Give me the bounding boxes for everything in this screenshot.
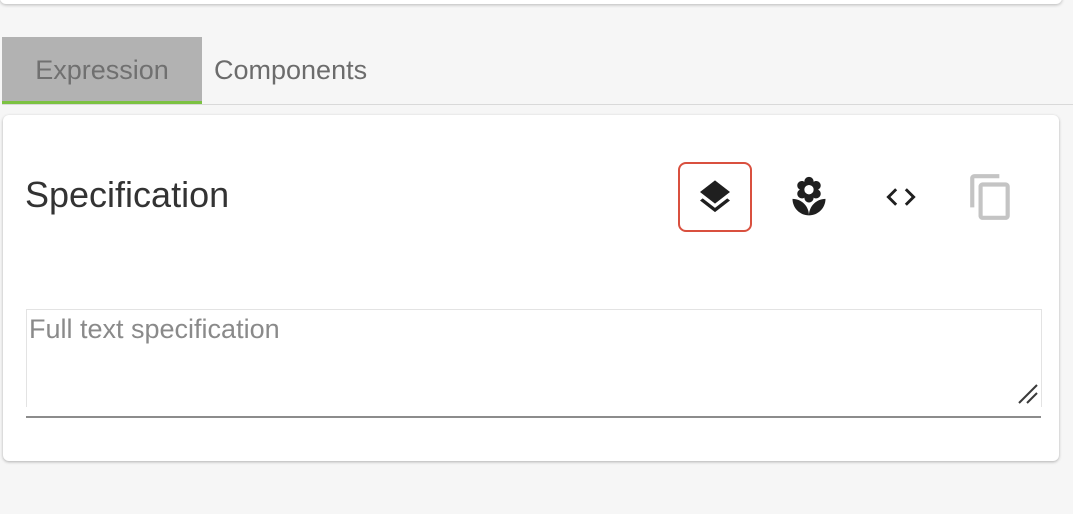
tab-bar: Expression Components: [2, 37, 1073, 105]
specification-card: Specification: [3, 115, 1059, 461]
tab-components[interactable]: Components: [214, 37, 394, 101]
specification-textarea[interactable]: [27, 310, 1041, 407]
resize-handle-icon[interactable]: [1013, 379, 1039, 405]
flower-button[interactable]: [783, 171, 835, 223]
tab-expression[interactable]: Expression: [2, 37, 202, 104]
specification-textarea-wrapper: [26, 309, 1042, 407]
flower-icon: [792, 176, 826, 216]
textarea-underline: [26, 416, 1041, 418]
code-icon: [886, 188, 916, 206]
layers-icon: [700, 180, 730, 213]
layers-button[interactable]: [678, 162, 752, 232]
top-panel: [0, 0, 1062, 4]
code-button[interactable]: [875, 171, 927, 223]
card-title: Specification: [25, 174, 230, 215]
copy-button[interactable]: [965, 171, 1017, 223]
copy-icon: [970, 174, 1010, 220]
